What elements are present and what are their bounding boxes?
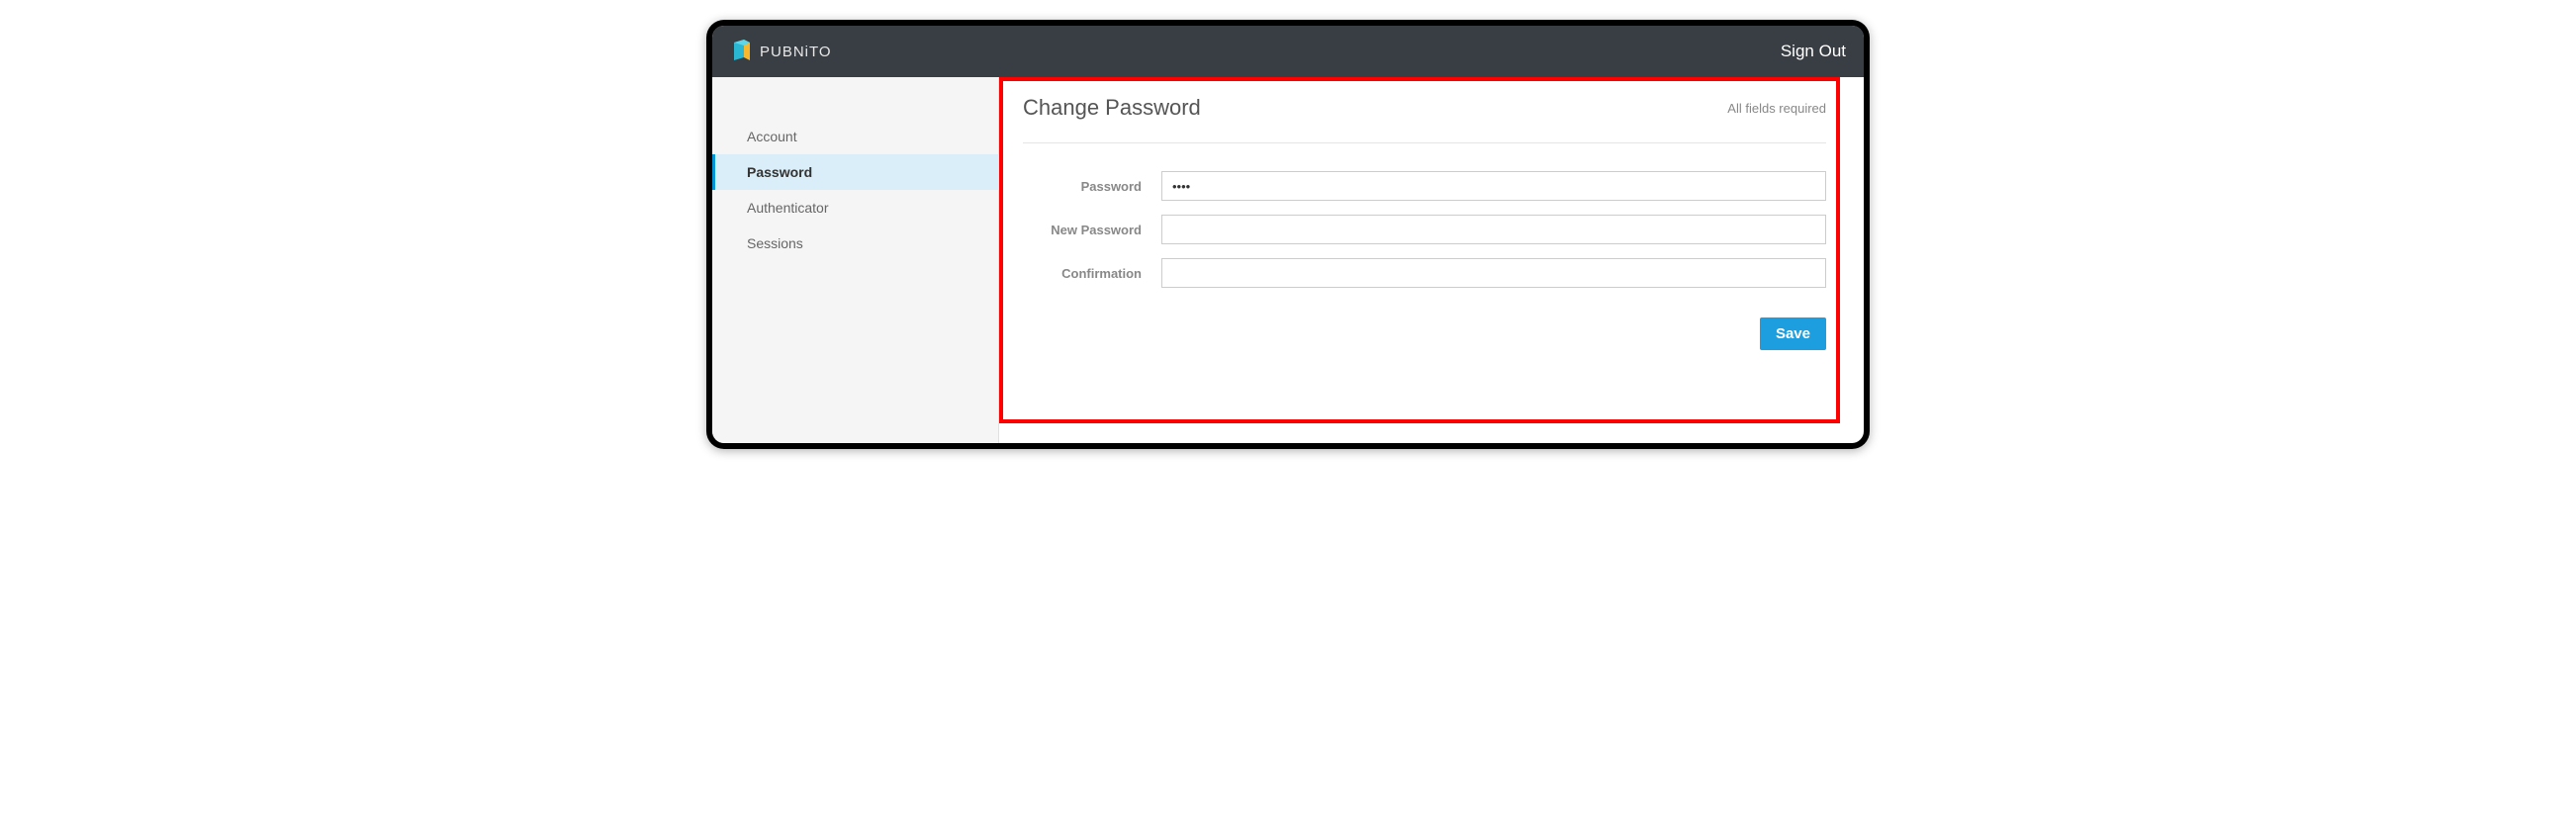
pubnito-logo-icon (730, 39, 752, 64)
form-row-password: Password (1023, 171, 1826, 201)
body-area: Account Password Authenticator Sessions … (712, 77, 1864, 443)
button-row: Save (1023, 317, 1826, 350)
new-password-input[interactable] (1161, 215, 1826, 244)
password-label: Password (1023, 179, 1161, 194)
app-frame: PUBNiTO Sign Out Account Password Authen… (706, 20, 1870, 449)
logo-area: PUBNiTO (730, 39, 832, 64)
confirmation-label: Confirmation (1023, 266, 1161, 281)
form-row-new-password: New Password (1023, 215, 1826, 244)
page-title: Change Password (1023, 95, 1201, 121)
new-password-label: New Password (1023, 223, 1161, 237)
form-row-confirmation: Confirmation (1023, 258, 1826, 288)
confirmation-input[interactable] (1161, 258, 1826, 288)
brand-name: PUBNiTO (760, 44, 832, 60)
header-bar: PUBNiTO Sign Out (712, 26, 1864, 77)
sidebar: Account Password Authenticator Sessions (712, 77, 999, 443)
password-input[interactable] (1161, 171, 1826, 201)
sidebar-item-sessions[interactable]: Sessions (712, 226, 998, 261)
sign-out-link[interactable]: Sign Out (1781, 42, 1846, 61)
content-wrap: Change Password All fields required Pass… (999, 77, 1864, 370)
save-button[interactable]: Save (1760, 317, 1826, 350)
app-window: PUBNiTO Sign Out Account Password Authen… (712, 26, 1864, 443)
sidebar-item-account[interactable]: Account (712, 119, 998, 154)
page-header: Change Password All fields required (1023, 95, 1826, 143)
required-note: All fields required (1727, 101, 1826, 116)
main-content: Change Password All fields required Pass… (999, 77, 1864, 443)
sidebar-item-password[interactable]: Password (712, 154, 998, 190)
sidebar-item-authenticator[interactable]: Authenticator (712, 190, 998, 226)
